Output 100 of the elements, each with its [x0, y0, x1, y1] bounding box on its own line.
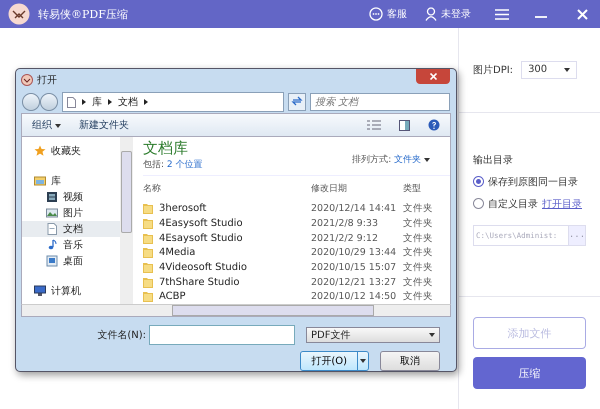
forward-button[interactable] [40, 93, 58, 111]
modified-date: 2020/12/14 14:41 [311, 203, 398, 214]
app-title: 转易侠®PDF压缩 [38, 6, 129, 22]
file-name[interactable]: 7thShare Studio [143, 276, 311, 288]
modified-date: 2020/10/12 14:50 [311, 291, 398, 302]
refresh-button[interactable] [288, 93, 306, 111]
folder-icon [143, 218, 153, 229]
scrollbar[interactable] [21, 304, 451, 317]
file-name[interactable]: 4Videosoft Studio [143, 262, 311, 273]
column-header[interactable]: 类型 [403, 182, 450, 202]
close-button[interactable] [416, 69, 450, 84]
radio-button[interactable] [473, 176, 484, 188]
file-type: 文件夹 [403, 276, 434, 289]
output-label: 输出目录 [473, 154, 514, 167]
folder-icon [143, 276, 153, 288]
file-type: 文件夹 [403, 202, 434, 216]
folder-icon [143, 262, 153, 273]
favorites-icon [34, 145, 46, 157]
modified-date: 2020/10/29 13:44 [311, 247, 398, 258]
nav-item[interactable]: 收藏夹 [22, 143, 120, 159]
modified-date: 2021/2/8 9:33 [311, 218, 380, 229]
chat-button[interactable]: 客服 [369, 7, 407, 21]
back-button[interactable] [22, 93, 40, 111]
sort-dropdown[interactable]: 文件夹 [394, 155, 430, 165]
locations-link[interactable]: 2 个位置 [166, 160, 203, 170]
nav-item[interactable]: 文档 [22, 221, 120, 237]
dpi-dropdown[interactable]: 300 [521, 60, 578, 79]
file-type: 文件夹 [403, 246, 434, 260]
cancel-button[interactable]: 取消 [380, 351, 440, 371]
chat-icon [369, 7, 383, 21]
organize-button[interactable]: 组织 [32, 118, 62, 132]
file-name[interactable]: ACBP [143, 291, 311, 302]
file-name[interactable]: 3herosoft [143, 203, 311, 214]
modified-date: 2021/2/2 9:12 [311, 232, 380, 244]
library-icon [34, 175, 46, 187]
file-type: 文件夹 [403, 290, 434, 304]
nav-item[interactable]: 视频 [22, 189, 120, 205]
filename-field[interactable] [149, 325, 295, 345]
open-button[interactable]: 打开(O) [300, 351, 369, 371]
folder-icon [143, 232, 153, 244]
pictures-icon [46, 207, 58, 219]
modified-date: 2020/12/21 13:27 [311, 276, 398, 288]
documents-icon [46, 223, 58, 235]
radio-label: 保存到原图同一目录 [488, 176, 578, 189]
view-icon[interactable] [367, 120, 381, 130]
folder-icon [143, 291, 153, 302]
sort-label: 排列方式: [352, 155, 392, 165]
new-folder-button[interactable]: 新建文件夹 [79, 118, 130, 132]
nav-item[interactable]: 桌面 [22, 253, 120, 269]
chevron-icon [108, 99, 112, 105]
document-icon [67, 96, 76, 108]
chevron-icon [82, 99, 86, 105]
chevron-icon [144, 99, 148, 105]
radio-label: 自定义目录 [488, 198, 538, 211]
app-icon [21, 74, 33, 86]
file-name[interactable]: 4Media [143, 247, 311, 258]
nav-item[interactable]: 计算机 [22, 283, 120, 299]
library-title: 文档库 [143, 139, 189, 158]
computer-icon [34, 285, 46, 297]
file-type: 文件夹 [403, 216, 434, 230]
breadcrumb-item[interactable]: 库 [92, 95, 102, 109]
search-field[interactable]: 搜索 文档 [310, 93, 450, 111]
file-name[interactable]: 4Esaysoft Studio [143, 232, 311, 244]
file-name[interactable]: 4Easysoft Studio [143, 218, 311, 229]
radio-button[interactable] [473, 198, 484, 210]
minimize-icon[interactable] [535, 15, 547, 19]
scroll-thumb[interactable] [121, 151, 132, 233]
modified-date: 2020/10/15 15:07 [311, 262, 398, 273]
desktop-icon [46, 255, 58, 267]
caret-icon [564, 68, 570, 72]
video-icon [46, 191, 58, 203]
user-icon [425, 7, 437, 21]
caret-icon [429, 333, 435, 337]
scrollbar[interactable] [120, 137, 133, 304]
column-header[interactable]: 名称 [143, 182, 311, 202]
folder-icon [143, 247, 153, 258]
caret-icon [360, 359, 366, 363]
nav-item[interactable]: 音乐 [22, 237, 120, 253]
user-button[interactable]: 未登录 [425, 7, 471, 21]
open-folder-link[interactable]: 打开目录 [542, 196, 582, 211]
address-bar[interactable]: 库 文档 [62, 92, 284, 112]
file-type: 文件夹 [403, 260, 434, 274]
logo-icon [8, 3, 30, 25]
scroll-thumb[interactable] [172, 305, 374, 316]
breadcrumb-item[interactable]: 文档 [118, 95, 138, 109]
nav-item[interactable]: 库 [22, 173, 120, 189]
folder-icon [143, 203, 153, 214]
dpi-label: 图片DPI: [473, 64, 514, 77]
caret-icon [55, 124, 62, 128]
file-type-dropdown[interactable]: PDF文件 [306, 327, 440, 343]
close-icon[interactable] [577, 8, 588, 20]
menu-icon[interactable] [495, 8, 509, 20]
help-icon[interactable] [428, 119, 440, 131]
close-icon [430, 73, 436, 80]
music-icon [46, 239, 58, 251]
compress-button[interactable]: 压缩 [473, 357, 586, 389]
nav-item[interactable]: 图片 [22, 205, 120, 221]
preview-pane-icon[interactable] [399, 120, 410, 130]
dialog-title: 打开 [37, 74, 57, 87]
column-header[interactable]: 修改日期 [311, 182, 403, 202]
